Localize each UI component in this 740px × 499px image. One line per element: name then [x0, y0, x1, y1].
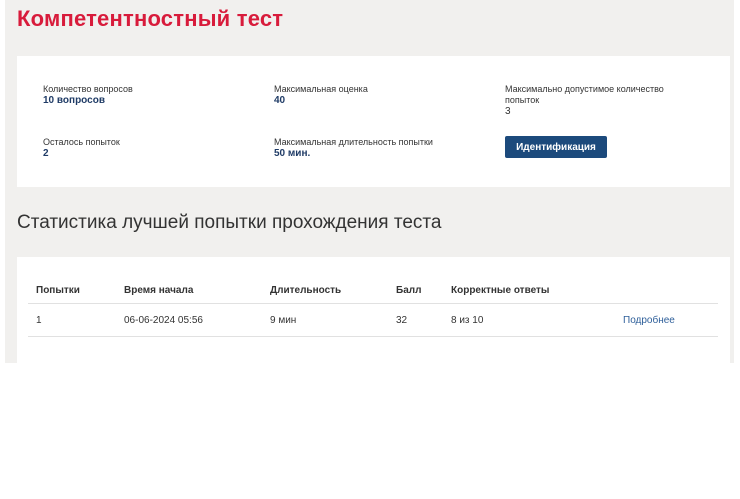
cell-actions: Подробнее: [615, 303, 718, 337]
header-start-time: Время начала: [116, 278, 262, 304]
cell-attempt: 1: [28, 303, 116, 337]
max-score-label: Максимальная оценка: [274, 84, 368, 94]
stats-section-title: Статистика лучшей попытки прохождения те…: [17, 212, 442, 233]
attempts-left-value: 2: [43, 148, 49, 159]
test-info-card: Количество вопросов 10 вопросов Максимал…: [17, 56, 730, 187]
identification-button[interactable]: Идентификация: [505, 136, 607, 158]
details-link[interactable]: Подробнее: [623, 315, 675, 326]
cell-start-time: 06-06-2024 05:56: [116, 303, 262, 337]
header-duration: Длительность: [262, 278, 388, 304]
questions-count-value: 10 вопросов: [43, 95, 105, 106]
header-actions: [615, 278, 718, 304]
attempts-left-label: Осталось попыток: [43, 137, 120, 147]
max-attempts-value: 3: [505, 106, 511, 117]
header-correct-answers: Корректные ответы: [443, 278, 615, 304]
max-duration-item: Максимальная длительность попытки 50 мин…: [274, 137, 484, 160]
header-attempts: Попытки: [28, 278, 116, 304]
questions-count-item: Количество вопросов 10 вопросов: [43, 84, 253, 107]
questions-count-label: Количество вопросов: [43, 84, 133, 94]
max-duration-label: Максимальная длительность попытки: [274, 137, 433, 147]
attempts-left-item: Осталось попыток 2: [43, 137, 253, 160]
cell-correct-answers: 8 из 10: [443, 303, 615, 337]
max-score-value: 40: [274, 95, 286, 106]
page-title: Компетентностный тест: [17, 6, 284, 31]
cell-score: 32: [388, 303, 443, 337]
table-header-row: Попытки Время начала Длительность Балл К…: [28, 278, 718, 304]
max-score-item: Максимальная оценка 40: [274, 84, 484, 107]
max-attempts-item: Максимально допустимое количество попыто…: [505, 84, 683, 118]
max-duration-value: 50 мин.: [274, 148, 311, 159]
stats-table: Попытки Время начала Длительность Балл К…: [28, 278, 718, 337]
header-score: Балл: [388, 278, 443, 304]
table-row: 1 06-06-2024 05:56 9 мин 32 8 из 10 Подр…: [28, 303, 718, 337]
stats-card: Попытки Время начала Длительность Балл К…: [17, 257, 730, 363]
max-attempts-label: Максимально допустимое количество попыто…: [505, 84, 664, 105]
cell-duration: 9 мин: [262, 303, 388, 337]
